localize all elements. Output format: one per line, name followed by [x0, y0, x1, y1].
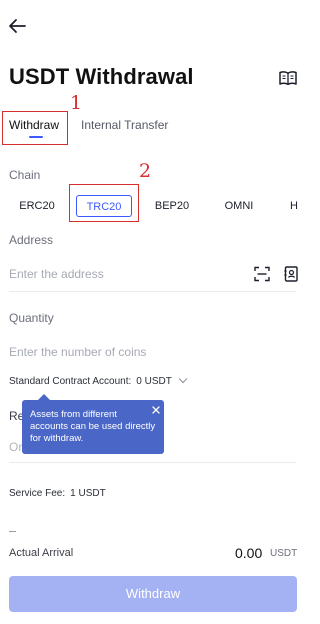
annotation-number-1: 1 — [70, 92, 83, 114]
actual-arrival-amount: 0.00 — [235, 545, 263, 561]
book-icon[interactable] — [278, 70, 298, 86]
contract-account-value: 0 USDT — [136, 376, 172, 387]
quantity-label: Quantity — [9, 311, 54, 325]
page-title: USDT Withdrawal — [9, 64, 194, 89]
tab-internal-transfer[interactable]: Internal Transfer — [81, 118, 168, 132]
chain-label: Chain — [9, 168, 41, 182]
hidden-field-input[interactable]: Or — [9, 440, 22, 454]
tooltip-text: Assets from different accounts can be us… — [30, 409, 156, 444]
service-fee-value: 1 USDT — [70, 488, 106, 499]
quantity-input[interactable]: Enter the number of coins — [9, 345, 146, 359]
contract-account-label: Standard Contract Account: — [9, 376, 132, 387]
service-fee-label: Service Fee: — [9, 488, 66, 499]
address-book-icon[interactable] — [284, 266, 298, 282]
contract-account-selector[interactable]: Standard Contract Account: 0 USDT — [9, 374, 188, 387]
scan-icon[interactable] — [254, 266, 270, 282]
withdraw-button[interactable]: Withdraw — [9, 576, 297, 612]
annotation-box-2 — [69, 184, 139, 222]
close-icon[interactable] — [151, 402, 161, 414]
actual-arrival-label: Actual Arrival — [9, 547, 74, 559]
separator-mark — [9, 531, 16, 532]
chain-option-omni[interactable]: OMNI — [212, 195, 266, 217]
service-fee-row: Service Fee: 1 USDT — [9, 488, 106, 499]
chevron-down-icon — [178, 374, 188, 384]
address-divider — [9, 291, 296, 292]
tooltip: Assets from different accounts can be us… — [22, 400, 164, 454]
annotation-box-1 — [2, 111, 68, 145]
annotation-number-2: 2 — [139, 160, 152, 182]
chain-option-erc20[interactable]: ERC20 — [10, 195, 64, 217]
actual-arrival-unit: USDT — [270, 548, 298, 559]
receive-divider — [9, 462, 296, 463]
chain-option-bep20[interactable]: BEP20 — [145, 195, 199, 217]
address-input[interactable]: Enter the address — [9, 267, 104, 281]
arrow-left-icon[interactable] — [6, 14, 28, 38]
address-label: Address — [9, 233, 54, 247]
chain-option-overflow[interactable]: H — [290, 195, 304, 217]
